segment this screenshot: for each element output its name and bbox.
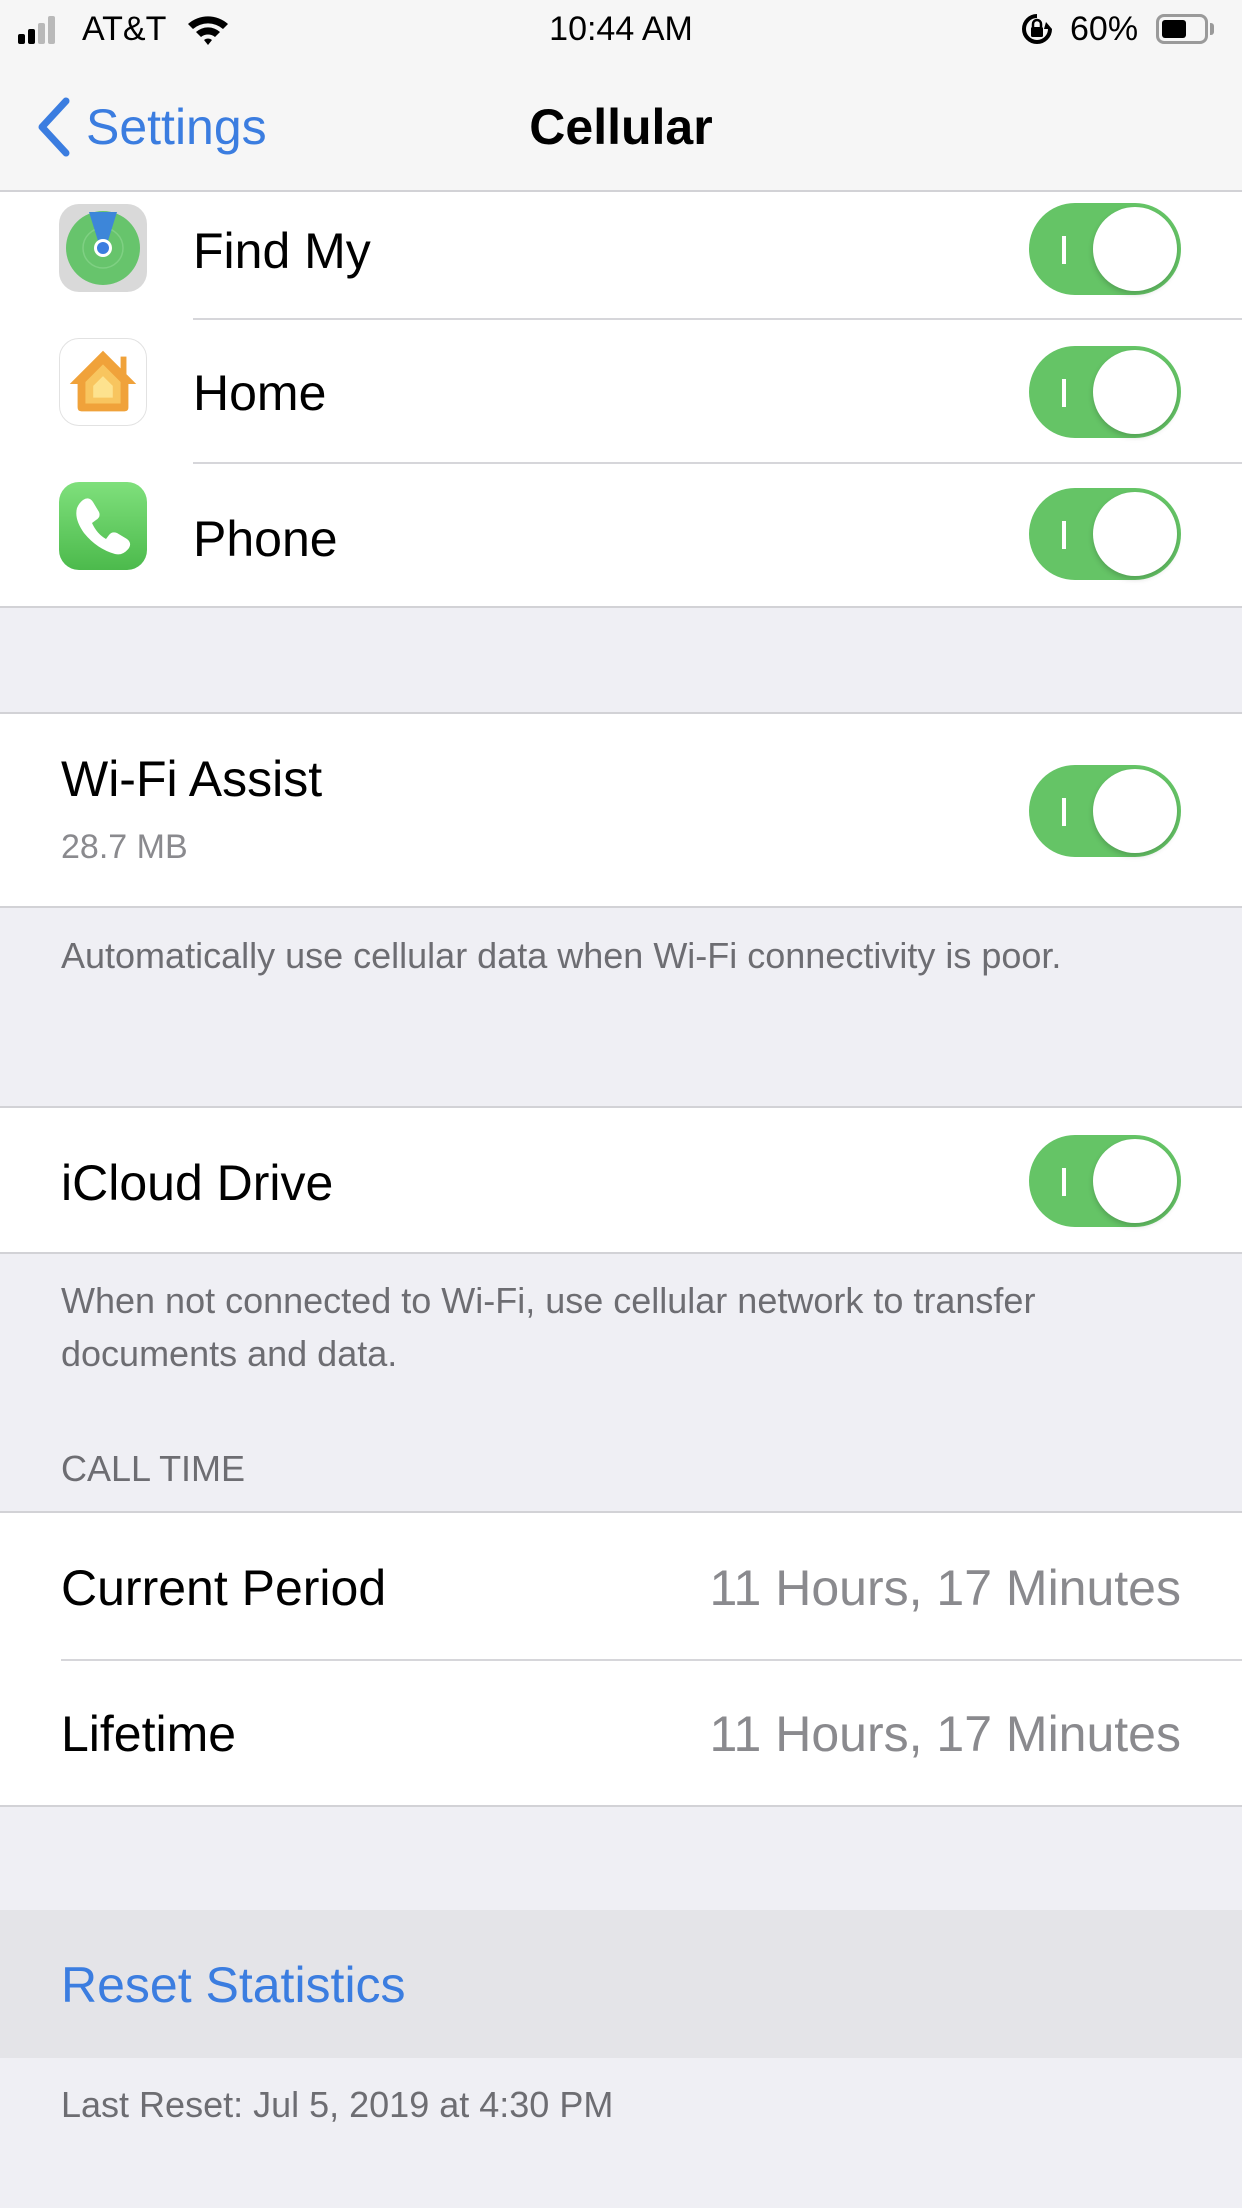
wifi-assist-label: Wi-Fi Assist: [61, 751, 323, 807]
find-my-toggle[interactable]: [1029, 203, 1181, 295]
app-data-group: Find My Home Phone: [0, 190, 1242, 608]
row-label: Lifetime: [61, 1706, 237, 1762]
icloud-drive-label: iCloud Drive: [61, 1155, 334, 1211]
navigation-bar: AT&T 10:44 AM 60% Settings Cellular: [0, 0, 1242, 192]
row-label: Find My: [193, 223, 371, 279]
row-label: Phone: [193, 511, 338, 567]
row-value: 11 Hours, 17 Minutes: [709, 1706, 1181, 1762]
home-toggle[interactable]: [1029, 346, 1181, 438]
battery-percentage: 60%: [1070, 10, 1139, 48]
phone-app-icon: [59, 482, 147, 570]
icloud-drive-group: iCloud Drive: [0, 1106, 1242, 1254]
call-time-group: Current Period 11 Hours, 17 Minutes Life…: [0, 1511, 1242, 1807]
battery-icon: [1156, 14, 1208, 44]
list-item-find-my: Find My: [0, 190, 1242, 318]
icloud-drive-description: When not connected to Wi-Fi, use cellula…: [61, 1280, 1036, 1374]
table-row: Current Period 11 Hours, 17 Minutes: [0, 1513, 1242, 1659]
reset-statistics-button[interactable]: Reset Statistics: [0, 1910, 1242, 2058]
last-reset-text: Last Reset: Jul 5, 2019 at 4:30 PM: [61, 2084, 614, 2125]
battery-nub: [1210, 23, 1214, 35]
wifi-assist-group: Wi-Fi Assist 28.7 MB: [0, 712, 1242, 908]
icloud-drive-toggle[interactable]: [1029, 1135, 1181, 1227]
page-title: Cellular: [529, 99, 713, 155]
clock: 10:44 AM: [549, 10, 693, 48]
phone-toggle[interactable]: [1029, 488, 1181, 580]
wifi-assist-description: Automatically use cellular data when Wi-…: [61, 935, 1062, 976]
wifi-assist-usage: 28.7 MB: [61, 828, 188, 866]
row-label: Current Period: [61, 1560, 387, 1616]
row-label: Home: [193, 365, 327, 421]
status-bar: AT&T 10:44 AM 60%: [0, 0, 1242, 60]
home-app-icon: [59, 338, 147, 426]
list-item-home: Home: [0, 320, 1242, 462]
wifi-assist-toggle[interactable]: [1029, 765, 1181, 857]
find-my-icon: [59, 204, 147, 292]
row-value: 11 Hours, 17 Minutes: [709, 1560, 1181, 1616]
reset-statistics-label: Reset Statistics: [61, 1957, 406, 2013]
orientation-lock-icon: [1022, 14, 1052, 44]
call-time-header: CALL TIME: [61, 1448, 246, 1489]
list-item-phone: Phone: [0, 464, 1242, 606]
table-row: Lifetime 11 Hours, 17 Minutes: [0, 1661, 1242, 1805]
